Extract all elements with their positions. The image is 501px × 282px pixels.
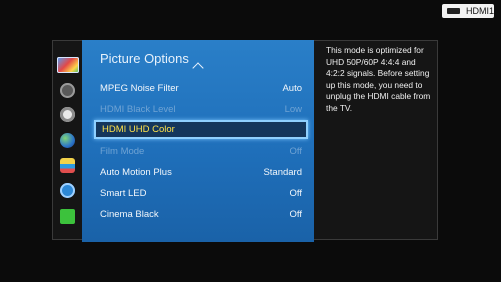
menu-item-label: Cinema Black (100, 208, 159, 220)
help-text: This mode is optimized for UHD 50P/60P 4… (326, 45, 431, 113)
menu-item-label: Auto Motion Plus (100, 166, 172, 178)
menu-item-value: Auto (282, 82, 302, 94)
menu-item-value: Off (289, 145, 303, 157)
hdmi-icon (447, 8, 460, 14)
sound-icon[interactable] (60, 83, 75, 98)
menu-item-label: HDMI Black Level (100, 103, 176, 115)
panel-title: Picture Options (100, 51, 189, 66)
menu-item-label: MPEG Noise Filter (100, 82, 179, 94)
menu-item-label: Film Mode (100, 145, 145, 157)
side-menu (53, 41, 81, 239)
chevron-up-icon[interactable] (192, 62, 204, 74)
menu-item-cinema-black[interactable]: Cinema Black Off (94, 205, 308, 223)
support-icon[interactable] (60, 209, 75, 224)
menu-item-value: Off (289, 187, 303, 199)
menu-item-mpeg-noise-filter[interactable]: MPEG Noise Filter Auto (94, 79, 308, 97)
broadcasting-icon[interactable] (60, 107, 75, 122)
menu-item-label: Smart LED (100, 187, 147, 199)
menu-item-film-mode: Film Mode Off (94, 142, 308, 160)
network-icon[interactable] (60, 133, 75, 148)
menu-item-auto-motion-plus[interactable]: Auto Motion Plus Standard (94, 163, 308, 181)
picture-options-panel: Picture Options MPEG Noise Filter Auto H… (82, 40, 314, 242)
system-icon[interactable] (60, 183, 75, 198)
menu-item-smart-led[interactable]: Smart LED Off (94, 184, 308, 202)
source-badge: HDMI1 (442, 4, 494, 18)
menu-item-label: HDMI UHD Color (102, 124, 175, 135)
source-label: HDMI1 (465, 6, 494, 16)
menu-item-hdmi-uhd-color[interactable]: HDMI UHD Color (94, 120, 308, 139)
picture-icon[interactable] (57, 57, 79, 73)
menu-item-value: Off (289, 208, 303, 220)
smart-features-icon[interactable] (60, 158, 75, 173)
menu-item-value: Low (284, 103, 302, 115)
menu-item-hdmi-black-level: HDMI Black Level Low (94, 100, 308, 118)
menu-item-value: Standard (263, 166, 302, 178)
